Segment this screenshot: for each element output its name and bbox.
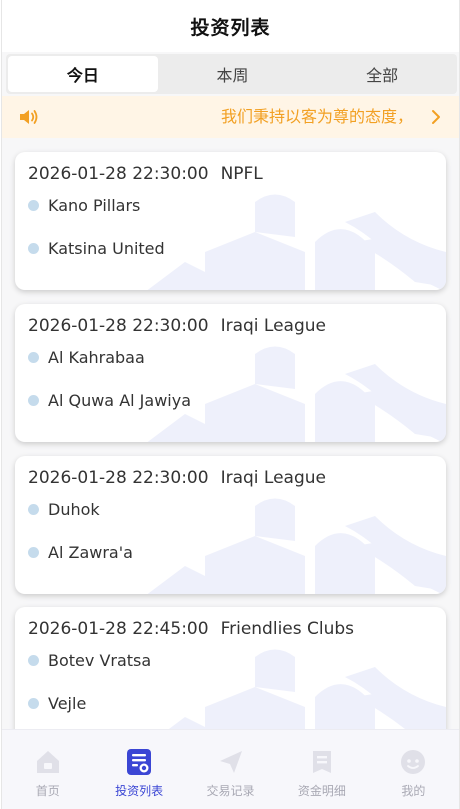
tabbar-item-invest-list[interactable]: 投资列表 <box>93 730 184 809</box>
match-time: 2026-01-28 22:30:00 <box>28 468 209 488</box>
match-header: 2026-01-28 22:30:00 NPFL <box>28 164 263 184</box>
list-icon <box>127 749 152 775</box>
tabbar-item-trade-records[interactable]: 交易记录 <box>185 730 276 809</box>
send-icon <box>219 751 242 773</box>
chevron-right-icon[interactable] <box>429 107 443 127</box>
tabbar-item-home[interactable]: 首页 <box>2 730 93 809</box>
league-name: Friendlies Clubs <box>220 619 355 639</box>
match-card[interactable]: 2026-01-28 22:30:00 Iraqi League Al Kahra… <box>15 304 446 442</box>
away-team: Katsina United <box>28 239 165 258</box>
card-background-illustration <box>147 346 446 442</box>
team-name: Katsina United <box>48 239 165 258</box>
team-name: Al Zawra'a <box>48 543 133 562</box>
team-dot <box>28 655 39 666</box>
profile-icon <box>401 750 426 774</box>
team-name: Al Quwa Al Jawiya <box>48 391 191 410</box>
tab-label: 全部 <box>366 66 399 85</box>
away-team: Vejle <box>28 694 86 713</box>
team-dot <box>28 395 39 406</box>
match-card[interactable]: 2026-01-28 22:30:00 NPFL Kano Pillars Kat… <box>15 152 446 290</box>
tab-today[interactable]: 今日 <box>8 56 158 92</box>
team-dot <box>28 547 39 558</box>
league-name: NPFL <box>220 164 263 184</box>
tabbar-label: 我的 <box>401 784 426 798</box>
tabbar-label: 投资列表 <box>115 784 164 798</box>
tab-all[interactable]: 全部 <box>307 54 457 94</box>
team-dot <box>28 698 39 709</box>
home-team: Duhok <box>28 500 100 519</box>
match-header: 2026-01-28 22:30:00 Iraqi League <box>28 316 326 336</box>
title-bar: 投资列表 <box>2 0 459 52</box>
team-dot <box>28 352 39 363</box>
team-name: Botev Vratsa <box>48 651 152 670</box>
team-dot <box>28 200 39 211</box>
home-icon <box>36 751 59 773</box>
team-name: Kano Pillars <box>48 196 141 215</box>
tabbar-item-fund-details[interactable]: 资金明细 <box>276 730 367 809</box>
team-name: Vejle <box>48 694 87 713</box>
tabbar-label: 交易记录 <box>206 784 255 798</box>
tabbar-label: 资金明细 <box>297 784 346 798</box>
league-name: Iraqi League <box>220 468 326 488</box>
tab-week[interactable]: 本周 <box>158 54 308 94</box>
match-time: 2026-01-28 22:45:00 <box>28 619 209 639</box>
match-time: 2026-01-28 22:30:00 <box>28 164 209 184</box>
away-team: Al Quwa Al Jawiya <box>28 391 191 410</box>
tab-label: 今日 <box>66 66 99 85</box>
away-team: Al Zawra'a <box>28 543 133 562</box>
speaker-icon <box>20 110 38 124</box>
team-dot <box>28 243 39 254</box>
home-team: Botev Vratsa <box>28 651 151 670</box>
match-time: 2026-01-28 22:30:00 <box>28 316 209 336</box>
team-name: Duhok <box>48 500 100 519</box>
notice-bar[interactable]: 我们秉持以客为尊的态度， <box>2 96 459 138</box>
wallet-icon <box>312 751 331 773</box>
card-background-illustration <box>147 498 446 594</box>
match-header: 2026-01-28 22:45:00 Friendlies Clubs <box>28 619 354 639</box>
home-team: Al Kahrabaa <box>28 348 145 367</box>
match-card[interactable]: 2026-01-28 22:45:00 Friendlies Clubs Bote… <box>15 607 446 730</box>
card-background-illustration <box>167 649 446 730</box>
match-header: 2026-01-28 22:30:00 Iraqi League <box>28 468 326 488</box>
tab-label: 本周 <box>216 66 249 85</box>
team-dot <box>28 504 39 515</box>
team-name: Al Kahrabaa <box>48 348 145 367</box>
tabbar-label: 首页 <box>35 784 60 798</box>
home-team: Kano Pillars <box>28 196 140 215</box>
league-name: Iraqi League <box>220 316 326 336</box>
bottom-tab-bar: 首页 投资列表 交易记录 资金明细 我的 <box>2 729 459 809</box>
card-background-illustration <box>147 194 446 290</box>
page-title: 投资列表 <box>190 16 271 39</box>
match-list: 2026-01-28 22:30:00 NPFL Kano Pillars Kat… <box>2 138 459 730</box>
match-card[interactable]: 2026-01-28 22:30:00 Iraqi League Duhok Al… <box>15 456 446 594</box>
tabbar-item-mine[interactable]: 我的 <box>368 730 459 809</box>
notice-text: 我们秉持以客为尊的态度， <box>220 107 413 126</box>
period-tabs: 今日 本周 全部 <box>6 54 457 94</box>
app-frame: 投资列表 今日 本周 全部 我们秉持以客为尊的态度， 2026-01-28 22… <box>1 0 460 809</box>
